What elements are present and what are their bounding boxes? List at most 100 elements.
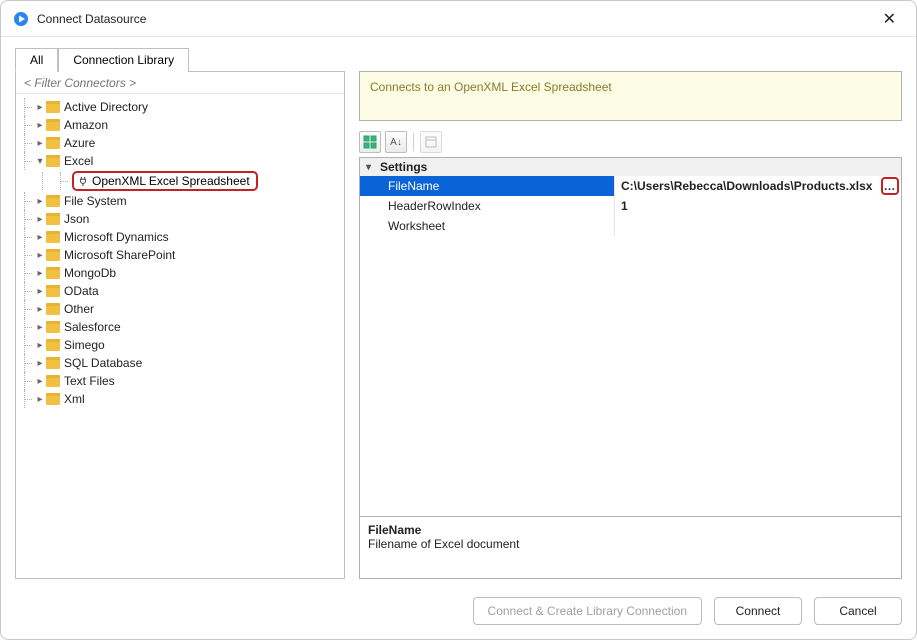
connect-button[interactable]: Connect	[714, 597, 802, 625]
property-value-text: 1	[621, 199, 628, 213]
folder-icon	[46, 393, 60, 405]
property-row[interactable]: HeaderRowIndex1	[360, 196, 901, 216]
folder-icon	[46, 249, 60, 261]
close-button[interactable]: ✕	[875, 5, 904, 33]
dialog-window: Connect Datasource ✕ All Connection Libr…	[0, 0, 917, 640]
chevron-right-icon[interactable]: ▸	[34, 286, 46, 297]
app-play-icon	[13, 11, 29, 27]
property-value[interactable]: C:\Users\Rebecca\Downloads\Products.xlsx…	[615, 176, 901, 196]
folder-icon	[46, 119, 60, 131]
tree-child-node[interactable]: OpenXML Excel Spreadsheet	[16, 170, 344, 192]
chevron-right-icon[interactable]: ▸	[34, 304, 46, 315]
property-row[interactable]: FileNameC:\Users\Rebecca\Downloads\Produ…	[360, 176, 901, 196]
tree-guide	[16, 210, 34, 228]
tree-node[interactable]: ▸ Active Directory	[16, 98, 344, 116]
chevron-right-icon[interactable]: ▸	[34, 138, 46, 149]
tree-node-label: Xml	[64, 392, 85, 406]
connector-tree[interactable]: ▸ Active Directory ▸Amazon▸Azure ▾ Excel Open…	[16, 94, 344, 578]
tree-node[interactable]: ▸ SQL Database	[16, 354, 344, 372]
tree-node[interactable]: ▸Json	[16, 210, 344, 228]
chevron-right-icon[interactable]: ▸	[34, 196, 46, 207]
property-value[interactable]	[615, 216, 901, 236]
property-name: FileName	[360, 176, 615, 196]
tree-node[interactable]: ▸Text Files	[16, 372, 344, 390]
chevron-right-icon[interactable]: ▸	[34, 340, 46, 351]
categorized-icon	[363, 135, 377, 149]
right-panel: Connects to an OpenXML Excel Spreadsheet…	[359, 71, 902, 579]
toolbar-separator	[413, 133, 414, 151]
tree-node-label: Excel	[64, 154, 93, 168]
connector-item-label: OpenXML Excel Spreadsheet	[92, 174, 250, 188]
property-grid-section: ▾ Settings FileNameC:\Users\Rebecca\Down…	[360, 158, 901, 236]
tree-node[interactable]: ▸ Other	[16, 300, 344, 318]
tree-node[interactable]: ▸ Salesforce	[16, 318, 344, 336]
tree-node[interactable]: ▸Microsoft Dynamics	[16, 228, 344, 246]
tree-node[interactable]: ▸Azure	[16, 134, 344, 152]
property-category-row[interactable]: ▾ Settings	[360, 158, 901, 176]
folder-icon	[46, 155, 60, 167]
tree-node-label: MongoDb	[64, 266, 116, 280]
tree-guide	[52, 172, 70, 190]
tree-node-label: SQL Database	[64, 356, 142, 370]
toolbar-alphabetical-button[interactable]: A↓	[385, 131, 407, 153]
property-pages-icon	[424, 135, 438, 149]
chevron-right-icon[interactable]: ▸	[34, 358, 46, 369]
folder-icon	[46, 231, 60, 243]
chevron-right-icon[interactable]: ▸	[34, 394, 46, 405]
folder-icon	[46, 357, 60, 369]
plug-icon	[78, 176, 88, 186]
cancel-button[interactable]: Cancel	[814, 597, 902, 625]
tree-node[interactable]: ▸OData	[16, 282, 344, 300]
tree-node-label: Simego	[64, 338, 105, 352]
property-value-text: C:\Users\Rebecca\Downloads\Products.xlsx	[621, 179, 872, 193]
tree-node[interactable]: ▾ Excel	[16, 152, 344, 170]
property-description-text: Filename of Excel document	[368, 537, 893, 551]
tree-node[interactable]: ▸ MongoDb	[16, 264, 344, 282]
folder-icon	[46, 137, 60, 149]
tree-node-label: File System	[64, 194, 127, 208]
chevron-down-icon[interactable]: ▾	[34, 156, 46, 167]
property-category-label: Settings	[380, 160, 427, 174]
tree-node[interactable]: ▸ Simego	[16, 336, 344, 354]
property-value[interactable]: 1	[615, 196, 901, 216]
browse-button[interactable]: …	[881, 177, 899, 195]
folder-icon	[46, 375, 60, 387]
filter-connectors-input[interactable]	[16, 72, 344, 94]
sort-az-icon: A↓	[390, 137, 402, 148]
tree-node-label: Salesforce	[64, 320, 121, 334]
tree-guide	[16, 390, 34, 408]
dialog-body: All Connection Library ▸ Active Directory…	[1, 37, 916, 639]
tree-guide	[16, 152, 34, 170]
tree-node[interactable]: ▸ Xml	[16, 390, 344, 408]
property-row[interactable]: Worksheet	[360, 216, 901, 236]
titlebar: Connect Datasource ✕	[1, 1, 916, 37]
tree-guide	[16, 264, 34, 282]
tree-node-label: Other	[64, 302, 94, 316]
chevron-right-icon[interactable]: ▸	[34, 232, 46, 243]
tab-all[interactable]: All	[15, 48, 58, 72]
folder-icon	[46, 195, 60, 207]
connector-tree-panel: ▸ Active Directory ▸Amazon▸Azure ▾ Excel Open…	[15, 71, 345, 579]
chevron-right-icon[interactable]: ▸	[34, 250, 46, 261]
tree-guide	[16, 282, 34, 300]
folder-icon	[46, 303, 60, 315]
tree-node-label: Active Directory	[64, 100, 148, 114]
description-banner: Connects to an OpenXML Excel Spreadsheet	[359, 71, 902, 121]
ellipsis-icon: …	[884, 180, 897, 192]
tree-node[interactable]: ▸ File System	[16, 192, 344, 210]
tree-node[interactable]: ▸Amazon	[16, 116, 344, 134]
panels-row: ▸ Active Directory ▸Amazon▸Azure ▾ Excel Open…	[15, 71, 902, 579]
tree-node[interactable]: ▸Microsoft SharePoint	[16, 246, 344, 264]
chevron-right-icon[interactable]: ▸	[34, 120, 46, 131]
tab-connection-library[interactable]: Connection Library	[58, 48, 189, 72]
chevron-right-icon[interactable]: ▸	[34, 214, 46, 225]
tree-guide	[16, 318, 34, 336]
toolbar-property-pages-button	[420, 131, 442, 153]
chevron-right-icon[interactable]: ▸	[34, 268, 46, 279]
chevron-right-icon[interactable]: ▸	[34, 102, 46, 113]
toolbar-categorized-button[interactable]	[359, 131, 381, 153]
tab-strip: All Connection Library	[15, 47, 902, 71]
chevron-right-icon[interactable]: ▸	[34, 376, 46, 387]
chevron-right-icon[interactable]: ▸	[34, 322, 46, 333]
dialog-footer: Connect & Create Library Connection Conn…	[15, 579, 902, 625]
